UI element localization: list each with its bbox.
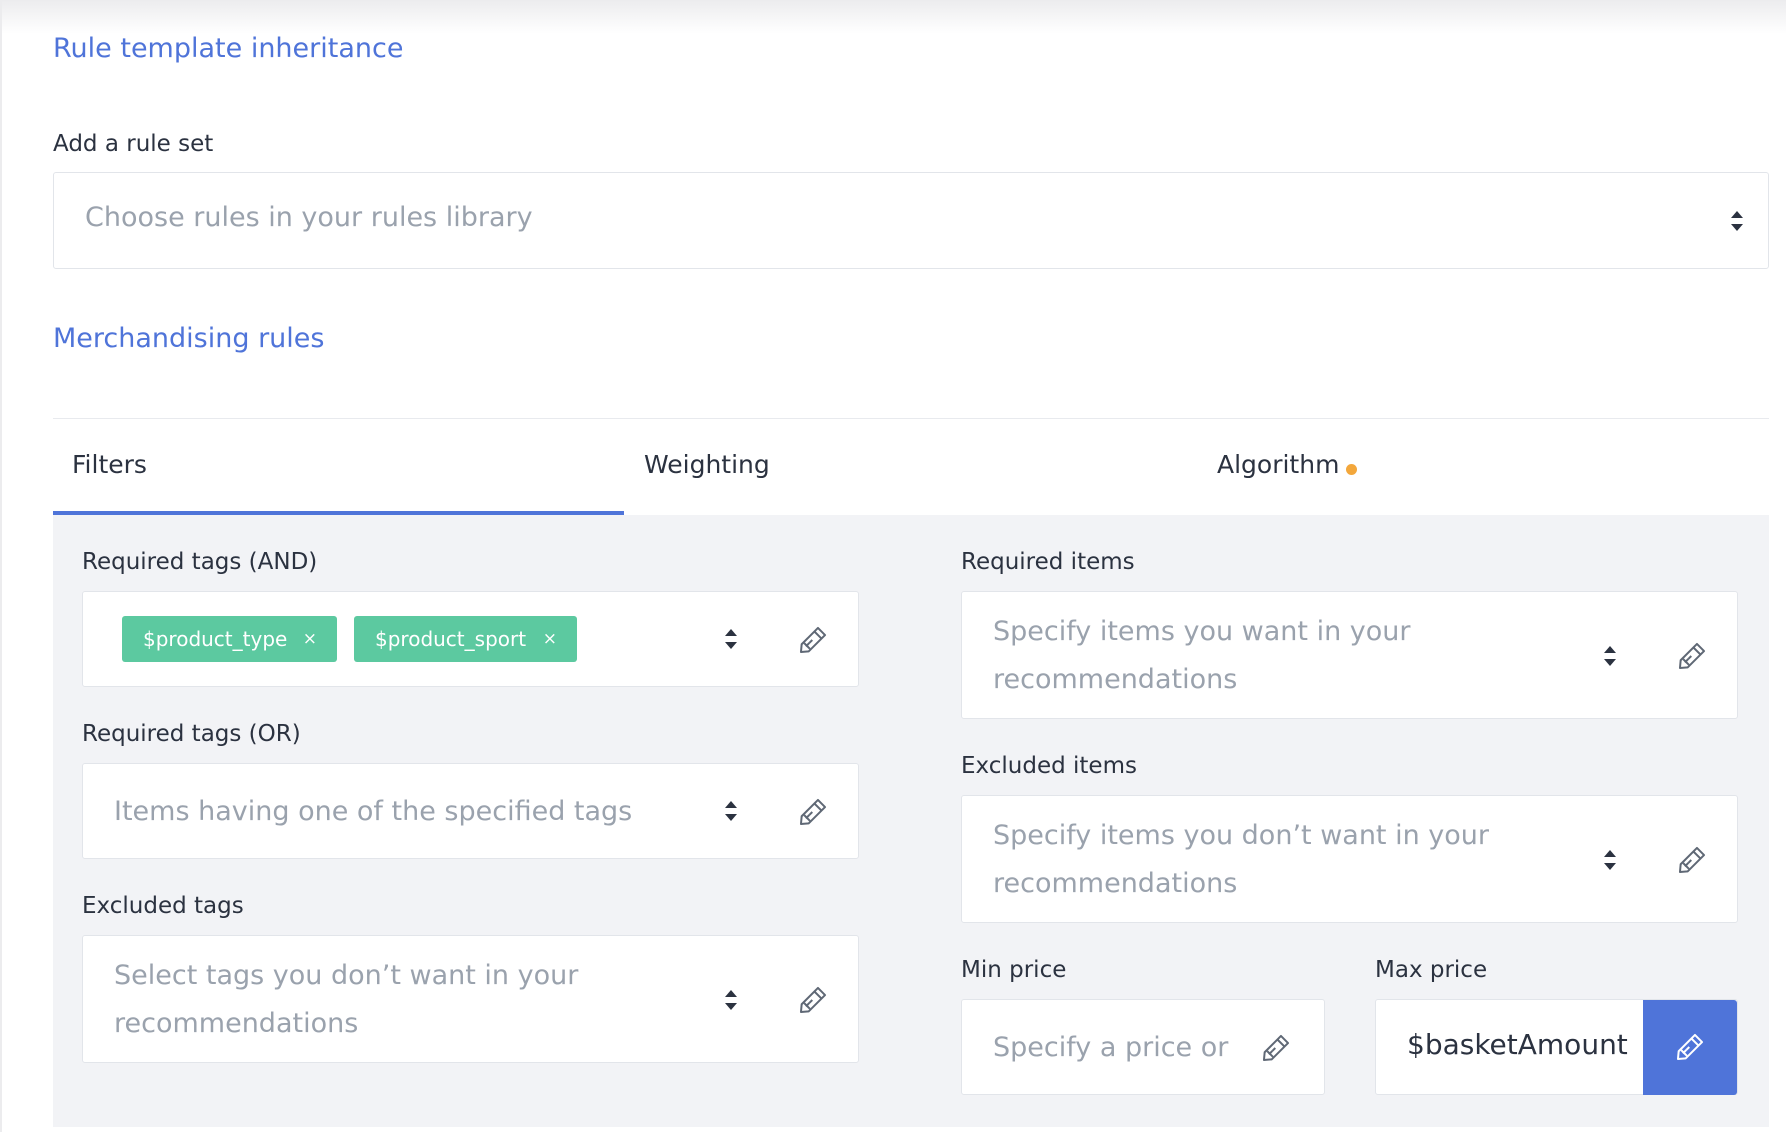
algorithm-status-dot [1346, 464, 1357, 475]
max-price-value: $basketAmount [1407, 1028, 1628, 1061]
min-price-field[interactable]: Specify a price or [961, 999, 1325, 1095]
tab-algorithm[interactable]: Algorithm [1217, 450, 1339, 479]
excluded-tags-field[interactable]: Select tags you don’t want in your recom… [82, 935, 859, 1063]
required-items-label: Required items [961, 549, 1135, 575]
updown-arrows-icon[interactable] [723, 628, 739, 650]
updown-arrows-icon[interactable] [723, 989, 739, 1011]
pencil-icon[interactable] [1675, 843, 1709, 877]
required-tags-or-label: Required tags (OR) [82, 721, 301, 747]
add-rule-set-label: Add a rule set [53, 131, 214, 157]
max-price-field[interactable]: $basketAmount [1375, 999, 1738, 1095]
excluded-tags-placeholder: Select tags you don’t want in your recom… [114, 960, 579, 1039]
top-shadow [0, 0, 1786, 34]
pencil-icon [1673, 1030, 1707, 1064]
rule-set-placeholder: Choose rules in your rules library [85, 202, 533, 233]
left-border [0, 0, 2, 1132]
tag-chip-label: $product_sport [375, 627, 527, 651]
required-tags-or-placeholder: Items having one of the specified tags [114, 796, 633, 827]
tag-chip[interactable]: $product_type × [122, 616, 337, 662]
updown-arrows-icon[interactable] [1602, 645, 1618, 667]
excluded-tags-label: Excluded tags [82, 893, 244, 919]
divider [53, 418, 1769, 419]
updown-arrows-icon[interactable] [723, 800, 739, 822]
required-tags-and-field[interactable]: $product_type × $product_sport × [82, 591, 859, 687]
pencil-icon[interactable] [1675, 639, 1709, 673]
section-title-inheritance: Rule template inheritance [53, 33, 404, 64]
tab-filters[interactable]: Filters [72, 450, 147, 479]
pencil-icon[interactable] [1259, 1031, 1293, 1065]
tab-weighting[interactable]: Weighting [644, 450, 770, 479]
required-tags-or-field[interactable]: Items having one of the specified tags [82, 763, 859, 859]
max-price-label: Max price [1375, 957, 1488, 983]
tag-remove-icon[interactable]: × [303, 616, 317, 662]
required-items-field[interactable]: Specify items you want in your recommend… [961, 591, 1738, 719]
tag-chip[interactable]: $product_sport × [354, 616, 577, 662]
excluded-items-field[interactable]: Specify items you don’t want in your rec… [961, 795, 1738, 923]
section-title-merchandising: Merchandising rules [53, 323, 325, 354]
excluded-items-label: Excluded items [961, 753, 1137, 779]
pencil-icon[interactable] [796, 983, 830, 1017]
required-items-placeholder: Specify items you want in your recommend… [993, 616, 1411, 695]
max-price-edit-button[interactable] [1643, 1000, 1737, 1095]
rule-set-select[interactable]: Choose rules in your rules library [53, 172, 1769, 269]
excluded-items-placeholder: Specify items you don’t want in your rec… [993, 820, 1490, 899]
min-price-placeholder: Specify a price or [993, 1032, 1229, 1063]
pencil-icon[interactable] [796, 623, 830, 657]
pencil-icon[interactable] [796, 795, 830, 829]
updown-arrows-icon[interactable] [1602, 849, 1618, 871]
updown-arrows-icon [1729, 210, 1745, 232]
tag-chip-label: $product_type [143, 627, 288, 651]
required-tags-and-label: Required tags (AND) [82, 549, 318, 575]
tag-remove-icon[interactable]: × [543, 616, 557, 662]
min-price-label: Min price [961, 957, 1067, 983]
